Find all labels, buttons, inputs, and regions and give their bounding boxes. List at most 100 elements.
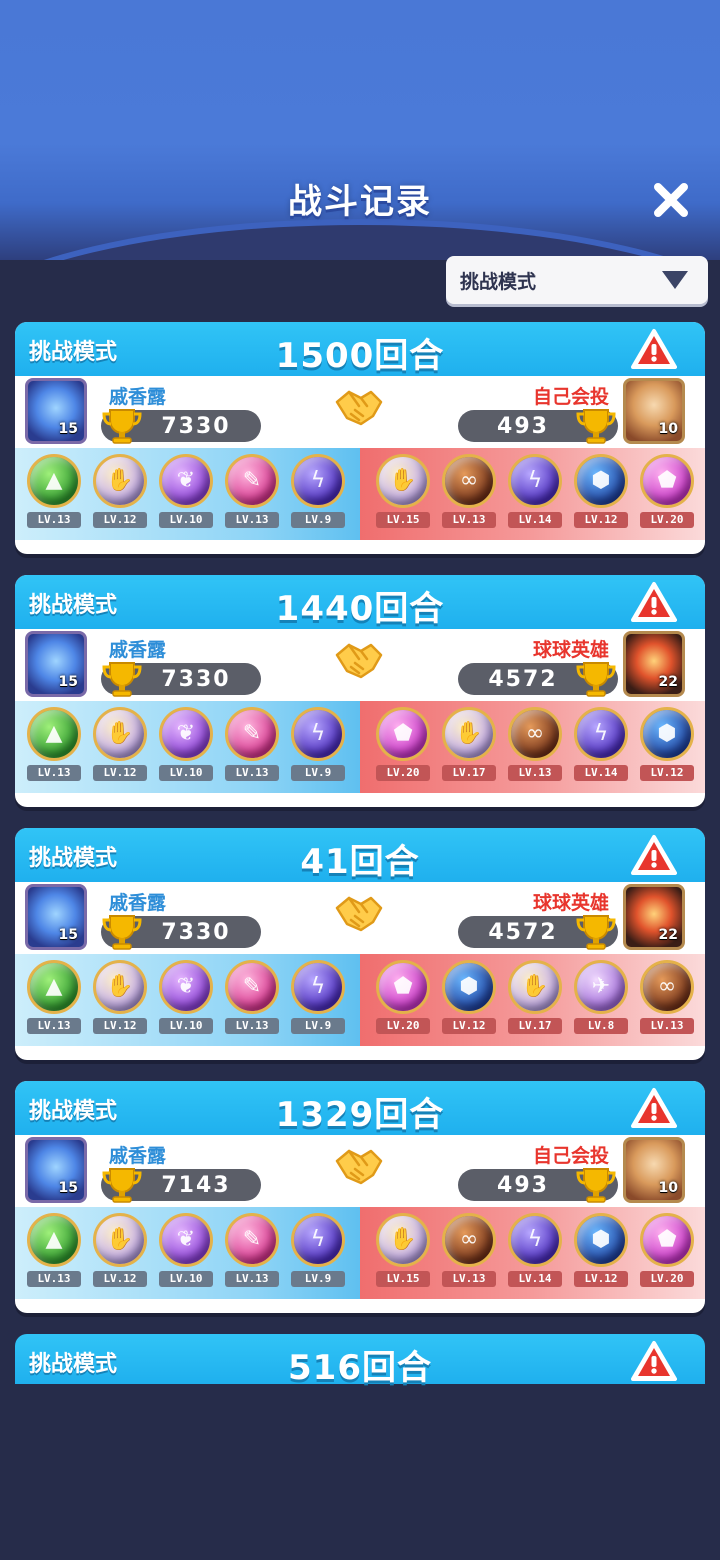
ball-level: LV.17 xyxy=(508,1018,562,1034)
ball-skill[interactable]: ❦ LV.10 xyxy=(153,452,219,538)
ball-level: LV.12 xyxy=(93,1018,147,1034)
ball-skill[interactable]: ✋ LV.12 xyxy=(87,958,153,1044)
ball-skill[interactable]: ✎ LV.13 xyxy=(219,452,285,538)
report-warning-icon[interactable] xyxy=(631,328,677,370)
opponent-avatar[interactable]: 10 xyxy=(623,1137,685,1203)
player-avatar[interactable]: 15 xyxy=(25,378,87,444)
ball-skill[interactable]: ⬢ LV.12 xyxy=(568,1211,634,1297)
ball-orb-icon: ❦ xyxy=(159,707,213,761)
ball-skill[interactable]: ▲ LV.13 xyxy=(21,452,87,538)
ball-glyph-icon: ❦ xyxy=(176,468,196,493)
ball-skill[interactable]: ∞ LV.13 xyxy=(436,1211,502,1297)
opponent-avatar[interactable]: 22 xyxy=(623,884,685,950)
ball-skill[interactable]: ❦ LV.10 xyxy=(153,1211,219,1297)
opponent-avatar[interactable]: 22 xyxy=(623,631,685,697)
ball-skill[interactable]: ✋ LV.12 xyxy=(87,705,153,791)
page-title: 战斗记录 xyxy=(288,182,432,222)
players-row: 15 戚香露 7330 球球英雄 4572 22 xyxy=(15,882,705,954)
ball-orb-icon: ✋ xyxy=(93,454,147,508)
trophy-icon xyxy=(101,406,143,446)
ball-glyph-icon: ∞ xyxy=(525,721,545,746)
ball-level: LV.14 xyxy=(574,765,628,781)
ball-orb-icon: ⬢ xyxy=(574,454,628,508)
ball-orb-icon: ✎ xyxy=(225,1213,279,1267)
ball-skill[interactable]: ✎ LV.13 xyxy=(219,705,285,791)
ball-skill[interactable]: ✈ LV.8 xyxy=(568,958,634,1044)
ball-level: LV.12 xyxy=(442,1018,496,1034)
ball-skill[interactable]: ϟ LV.14 xyxy=(502,1211,568,1297)
ball-skill[interactable]: ⬢ LV.12 xyxy=(568,452,634,538)
ball-level: LV.20 xyxy=(376,765,430,781)
mode-filter-dropdown[interactable]: 挑战模式 xyxy=(446,256,708,304)
ball-orb-icon: ✋ xyxy=(376,1213,430,1267)
report-warning-icon[interactable] xyxy=(631,1340,677,1382)
ball-skill[interactable]: ✋ LV.12 xyxy=(87,1211,153,1297)
battle-record-card[interactable]: 挑战模式 1500回合 15 戚香露 7330 自己会投 493 10 ▲ LV.13 ✋ LV.12… xyxy=(15,322,705,554)
card-header: 挑战模式 1440回合 xyxy=(15,575,705,629)
ball-orb-icon: ✋ xyxy=(442,707,496,761)
battle-record-card-partial[interactable]: 挑战模式 516回合 xyxy=(15,1334,705,1388)
ball-skill[interactable]: ⬟ LV.20 xyxy=(634,1211,700,1297)
opponent-ball-lineup: ✋ LV.15 ∞ LV.13 ϟ LV.14 ⬢ LV.12 ⬟ LV.20 xyxy=(360,448,705,540)
ball-skill[interactable]: ✎ LV.13 xyxy=(219,1211,285,1297)
ball-skill[interactable]: ∞ LV.13 xyxy=(634,958,700,1044)
ball-skill[interactable]: ✋ LV.12 xyxy=(87,452,153,538)
ball-glyph-icon: ∞ xyxy=(459,468,479,493)
ball-skill[interactable]: ▲ LV.13 xyxy=(21,958,87,1044)
ball-orb-icon: ∞ xyxy=(508,707,562,761)
report-warning-icon[interactable] xyxy=(631,834,677,876)
ball-glyph-icon: ⬟ xyxy=(657,1227,677,1252)
player-avatar[interactable]: 15 xyxy=(25,1137,87,1203)
player-avatar[interactable]: 15 xyxy=(25,631,87,697)
opponent-avatar[interactable]: 10 xyxy=(623,378,685,444)
close-button[interactable] xyxy=(646,175,696,225)
opponent-name: 自己会投 xyxy=(532,1145,609,1167)
battle-record-card[interactable]: 挑战模式 1329回合 15 戚香露 7143 自己会投 493 10 ▲ LV.13 ✋ LV.12… xyxy=(15,1081,705,1313)
battle-record-card[interactable]: 挑战模式 41回合 15 戚香露 7330 球球英雄 4572 22 ▲ LV.13 ✋ LV.12 ❦… xyxy=(15,828,705,1060)
trophy-icon xyxy=(101,1165,143,1205)
ball-skill[interactable]: ✎ LV.13 xyxy=(219,958,285,1044)
ball-skill[interactable]: ⬟ LV.20 xyxy=(634,452,700,538)
ball-orb-icon: ▲ xyxy=(27,707,81,761)
opponent-level: 22 xyxy=(658,674,678,690)
ball-skill[interactable]: ❦ LV.10 xyxy=(153,958,219,1044)
ball-skill[interactable]: ⬟ LV.20 xyxy=(370,958,436,1044)
ball-glyph-icon: ❦ xyxy=(176,974,196,999)
chevron-down-icon xyxy=(662,271,688,289)
ball-orb-icon: ✎ xyxy=(225,707,279,761)
ball-skill[interactable]: ✋ LV.17 xyxy=(502,958,568,1044)
ball-skill[interactable]: ϟ LV.9 xyxy=(285,958,351,1044)
ball-skill[interactable]: ϟ LV.9 xyxy=(285,705,351,791)
player-avatar[interactable]: 15 xyxy=(25,884,87,950)
ball-orb-icon: ⬟ xyxy=(376,960,430,1014)
ball-skill[interactable]: ϟ LV.9 xyxy=(285,452,351,538)
report-warning-icon[interactable] xyxy=(631,581,677,623)
rounds-count: 1329回合 xyxy=(275,1095,445,1135)
ball-glyph-icon: ✋ xyxy=(106,468,134,493)
ball-skill[interactable]: ⬢ LV.12 xyxy=(436,958,502,1044)
battle-record-card[interactable]: 挑战模式 1440回合 15 戚香露 7330 球球英雄 4572 22 ▲ LV.13 ✋ LV.1… xyxy=(15,575,705,807)
report-warning-icon[interactable] xyxy=(631,1087,677,1129)
ball-orb-icon: ∞ xyxy=(442,1213,496,1267)
trophy-icon xyxy=(575,659,617,699)
ball-level: LV.15 xyxy=(376,1271,430,1287)
trophy-icon xyxy=(575,912,617,952)
ball-skill[interactable]: ⬟ LV.20 xyxy=(370,705,436,791)
ball-skill[interactable]: ∞ LV.13 xyxy=(436,452,502,538)
ball-skill[interactable]: ϟ LV.14 xyxy=(568,705,634,791)
ball-skill[interactable]: ✋ LV.15 xyxy=(370,1211,436,1297)
ball-level: LV.15 xyxy=(376,512,430,528)
players-row: 15 戚香露 7330 自己会投 493 10 xyxy=(15,376,705,448)
ball-skill[interactable]: ϟ LV.9 xyxy=(285,1211,351,1297)
card-header: 挑战模式 1500回合 xyxy=(15,322,705,376)
ball-skill[interactable]: ✋ LV.15 xyxy=(370,452,436,538)
ball-skill[interactable]: ❦ LV.10 xyxy=(153,705,219,791)
ball-skill[interactable]: ✋ LV.17 xyxy=(436,705,502,791)
ball-orb-icon: ϟ xyxy=(508,454,562,508)
ball-skill[interactable]: ⬢ LV.12 xyxy=(634,705,700,791)
header-arc xyxy=(0,225,720,260)
ball-skill[interactable]: ▲ LV.13 xyxy=(21,1211,87,1297)
ball-skill[interactable]: ϟ LV.14 xyxy=(502,452,568,538)
ball-skill[interactable]: ∞ LV.13 xyxy=(502,705,568,791)
ball-skill[interactable]: ▲ LV.13 xyxy=(21,705,87,791)
